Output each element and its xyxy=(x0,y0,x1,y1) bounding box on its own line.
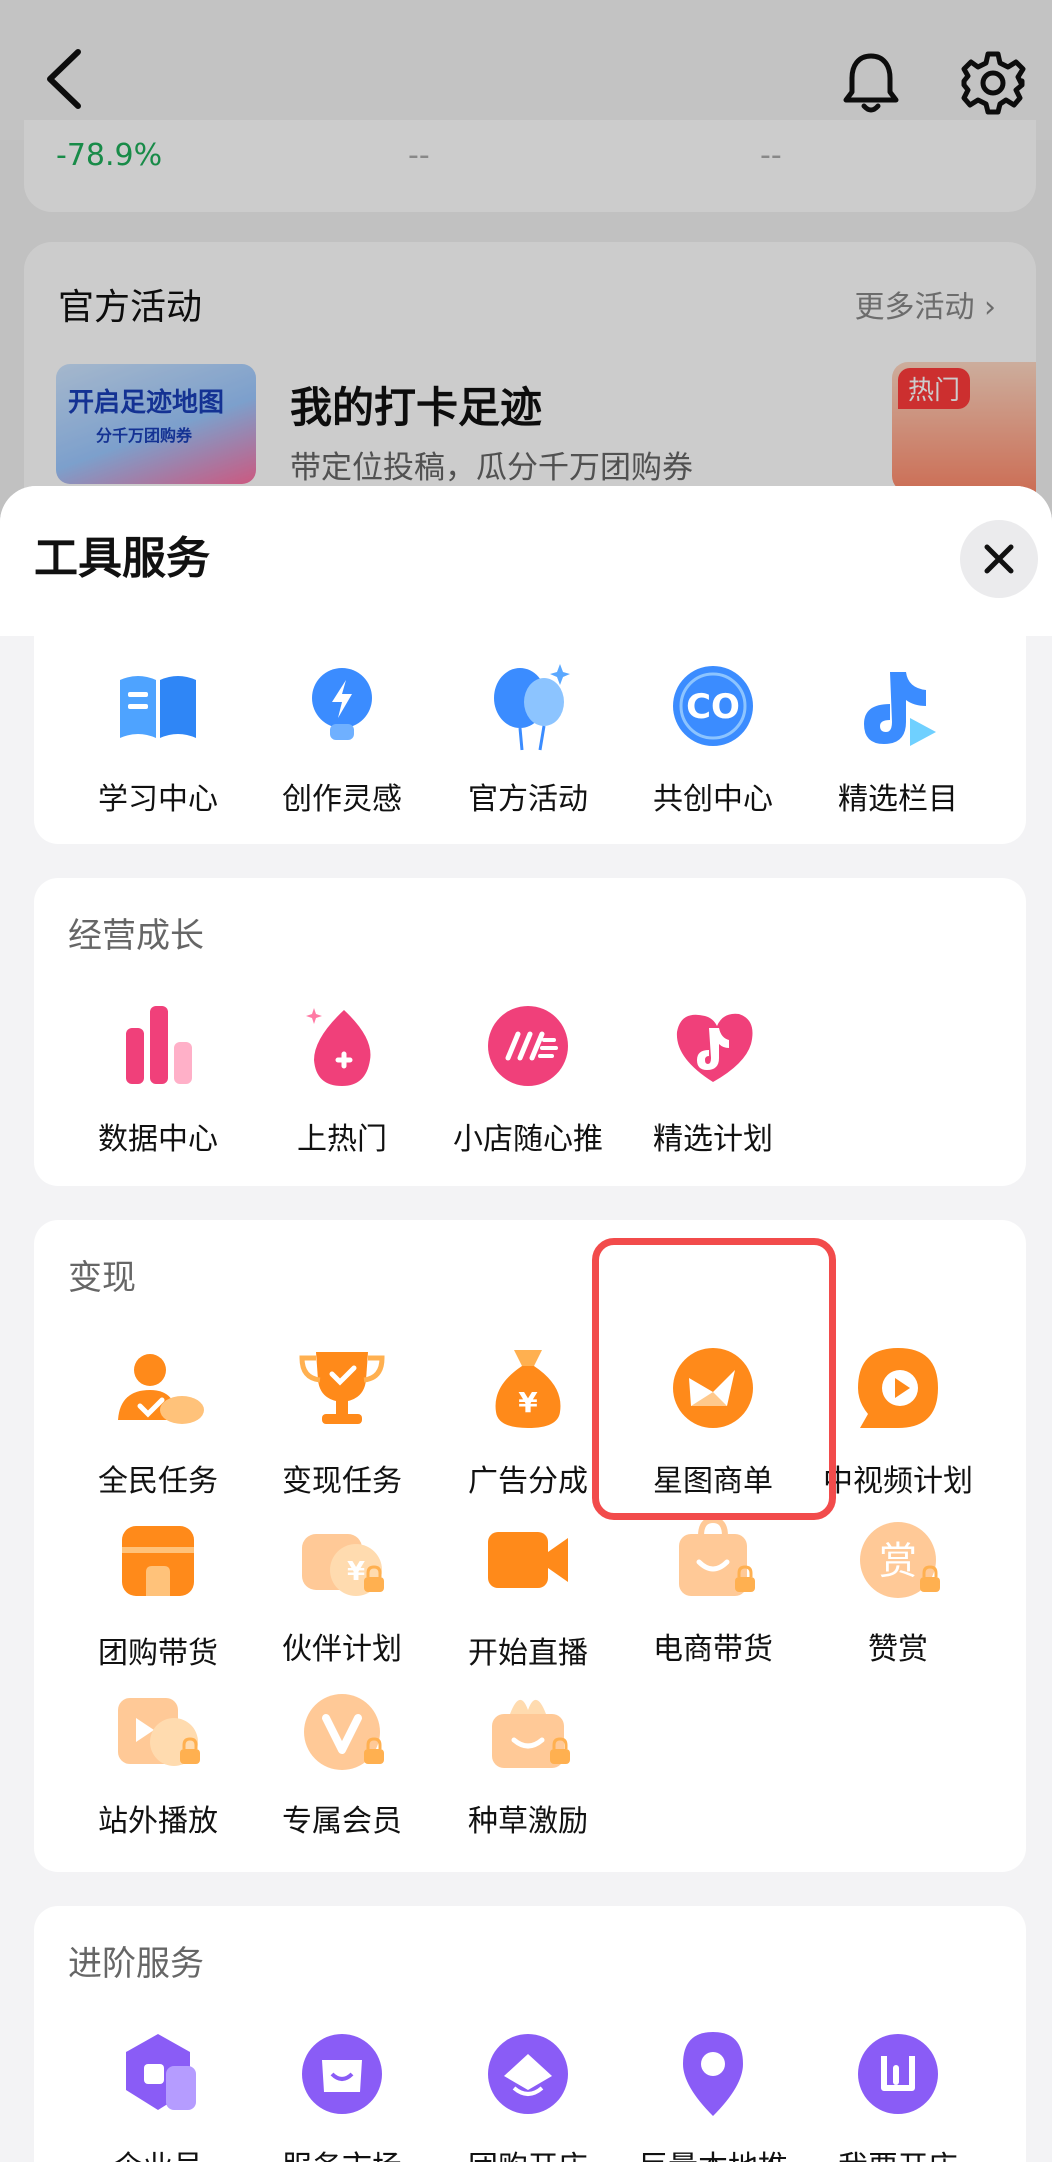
tool-label: 创作灵感 xyxy=(282,782,402,817)
douyin-heart-icon xyxy=(676,1013,753,1082)
balloon-icon xyxy=(494,664,570,751)
tool-label: 变现任务 xyxy=(282,1464,402,1499)
people-check-icon xyxy=(118,1354,204,1424)
monetize-item-vip[interactable]: 专属会员 xyxy=(249,1684,435,1840)
tool-label: 赞赏 xyxy=(868,1632,928,1667)
tool-item-official-activity[interactable]: 官方活动 xyxy=(435,658,621,818)
lock-icon xyxy=(180,1737,200,1764)
tool-label: 共创中心 xyxy=(653,782,773,817)
tool-label: 精选计划 xyxy=(653,1122,773,1157)
svg-text:CO: CO xyxy=(686,687,740,727)
svg-text:¥: ¥ xyxy=(518,1386,538,1419)
tool-item-learning[interactable]: 学习中心 xyxy=(65,658,251,818)
tool-label: 企业号 xyxy=(65,2142,251,2162)
close-button[interactable] xyxy=(960,520,1038,598)
lock-icon xyxy=(364,1737,384,1764)
money-bag-icon: ¥ xyxy=(495,1350,561,1428)
advanced-card: 进阶服务 企业号 服务市场 团购开店 xyxy=(34,1906,1026,2162)
monetize-item-all-tasks[interactable]: 全民任务 xyxy=(65,1340,251,1500)
monetize-item-external-play[interactable]: 站外播放 xyxy=(65,1684,251,1840)
monetize-item-reward[interactable]: 赏 赞赏 xyxy=(805,1512,991,1668)
store-icon xyxy=(122,1526,194,1596)
monetize-item-ecommerce[interactable]: 电商带货 xyxy=(620,1512,806,1668)
advanced-item-open-store[interactable]: 我要开店 xyxy=(805,2026,991,2162)
lock-icon xyxy=(920,1565,940,1592)
tool-label: 伙伴计划 xyxy=(282,1632,402,1667)
group-store-icon xyxy=(488,2034,568,2114)
tool-label: 专属会员 xyxy=(282,1804,402,1839)
tools-card: 学习中心 创作灵感 官方活动 CO 共创中心 精选栏目 xyxy=(34,636,1026,844)
sheet-header: 工具服务 xyxy=(0,486,1052,636)
tool-label: 全民任务 xyxy=(98,1464,218,1499)
growth-card: 经营成长 数据中心 上热门 小店随心推 精选计划 xyxy=(34,878,1026,1186)
monetize-item-start-live[interactable]: 开始直播 xyxy=(435,1512,621,1672)
market-icon xyxy=(302,2034,382,2114)
tool-label: 团购带货 xyxy=(98,1636,218,1671)
advanced-item-enterprise[interactable]: 企业号 xyxy=(65,2026,251,2162)
tool-label: 小店随心推 xyxy=(453,1122,603,1157)
location-pin-icon xyxy=(683,2032,743,2116)
growth-item-trending[interactable]: 上热门 xyxy=(249,998,435,1158)
highlight-box xyxy=(592,1238,836,1520)
speed-icon xyxy=(488,1006,568,1086)
tool-item-inspiration[interactable]: 创作灵感 xyxy=(249,658,435,818)
open-store-icon xyxy=(858,2034,938,2114)
live-camera-icon xyxy=(488,1532,568,1588)
flame-plus-icon xyxy=(306,1008,371,1086)
tool-item-co-creation[interactable]: CO 共创中心 xyxy=(620,658,806,818)
tool-label: 上热门 xyxy=(297,1122,387,1157)
monetize-item-group-buy[interactable]: 团购带货 xyxy=(65,1512,251,1672)
tool-label: 服务市场 xyxy=(249,2142,435,2162)
lock-icon xyxy=(550,1737,570,1764)
lock-icon xyxy=(735,1565,755,1592)
tool-label: 精选栏目 xyxy=(838,782,958,817)
advanced-item-service-market[interactable]: 服务市场 xyxy=(249,2026,435,2162)
advanced-item-local-push[interactable]: 巨量本地推 xyxy=(620,2026,806,2162)
book-icon xyxy=(120,676,196,738)
tool-label: 团购开店 xyxy=(435,2142,621,2162)
tool-label: 站外播放 xyxy=(98,1804,218,1839)
monetize-item-partner-plan[interactable]: ¥ 伙伴计划 xyxy=(249,1512,435,1668)
tool-label: 我要开店 xyxy=(805,2142,991,2162)
monetize-item-grass[interactable]: 种草激励 xyxy=(435,1684,621,1840)
growth-item-selected-plan[interactable]: 精选计划 xyxy=(620,998,806,1158)
lightbulb-icon xyxy=(312,668,372,740)
tool-services-sheet: 工具服务 学习中心 创作灵感 官方活动 CO 共创中心 精选栏目 经营成长 数据… xyxy=(0,486,1052,2162)
douyin-play-icon xyxy=(864,672,936,746)
tool-label: 种草激励 xyxy=(468,1804,588,1839)
growth-item-shop-promote[interactable]: 小店随心推 xyxy=(435,998,621,1158)
co-icon: CO xyxy=(673,666,753,746)
monetize-item-tasks[interactable]: 变现任务 xyxy=(249,1340,435,1500)
enterprise-icon xyxy=(126,2034,196,2110)
monetization-card: 变现 全民任务 变现任务 ¥ 广告分成 星图商单 中视频计划 团购带货 ¥ 伙伴… xyxy=(34,1220,1026,1872)
trophy-icon xyxy=(299,1352,385,1424)
tool-label: 学习中心 xyxy=(98,782,218,817)
svg-text:赏: 赏 xyxy=(879,1539,917,1583)
section-title: 变现 xyxy=(68,1258,136,1298)
section-title: 进阶服务 xyxy=(68,1944,204,1984)
tool-item-featured-column[interactable]: 精选栏目 xyxy=(805,658,991,818)
bar-chart-icon xyxy=(126,1006,192,1084)
close-icon xyxy=(984,544,1014,574)
advanced-item-group-store[interactable]: 团购开店 xyxy=(435,2026,621,2162)
tool-label: 官方活动 xyxy=(468,782,588,817)
sheet-title: 工具服务 xyxy=(34,533,210,584)
lock-icon xyxy=(364,1565,384,1592)
section-title: 经营成长 xyxy=(68,916,204,956)
video-play-icon xyxy=(858,1348,938,1428)
growth-item-data-center[interactable]: 数据中心 xyxy=(65,998,251,1158)
tool-label: 开始直播 xyxy=(468,1636,588,1671)
tool-label: 巨量本地推 xyxy=(620,2142,806,2162)
tool-label: 电商带货 xyxy=(653,1632,773,1667)
tool-label: 数据中心 xyxy=(98,1122,218,1157)
